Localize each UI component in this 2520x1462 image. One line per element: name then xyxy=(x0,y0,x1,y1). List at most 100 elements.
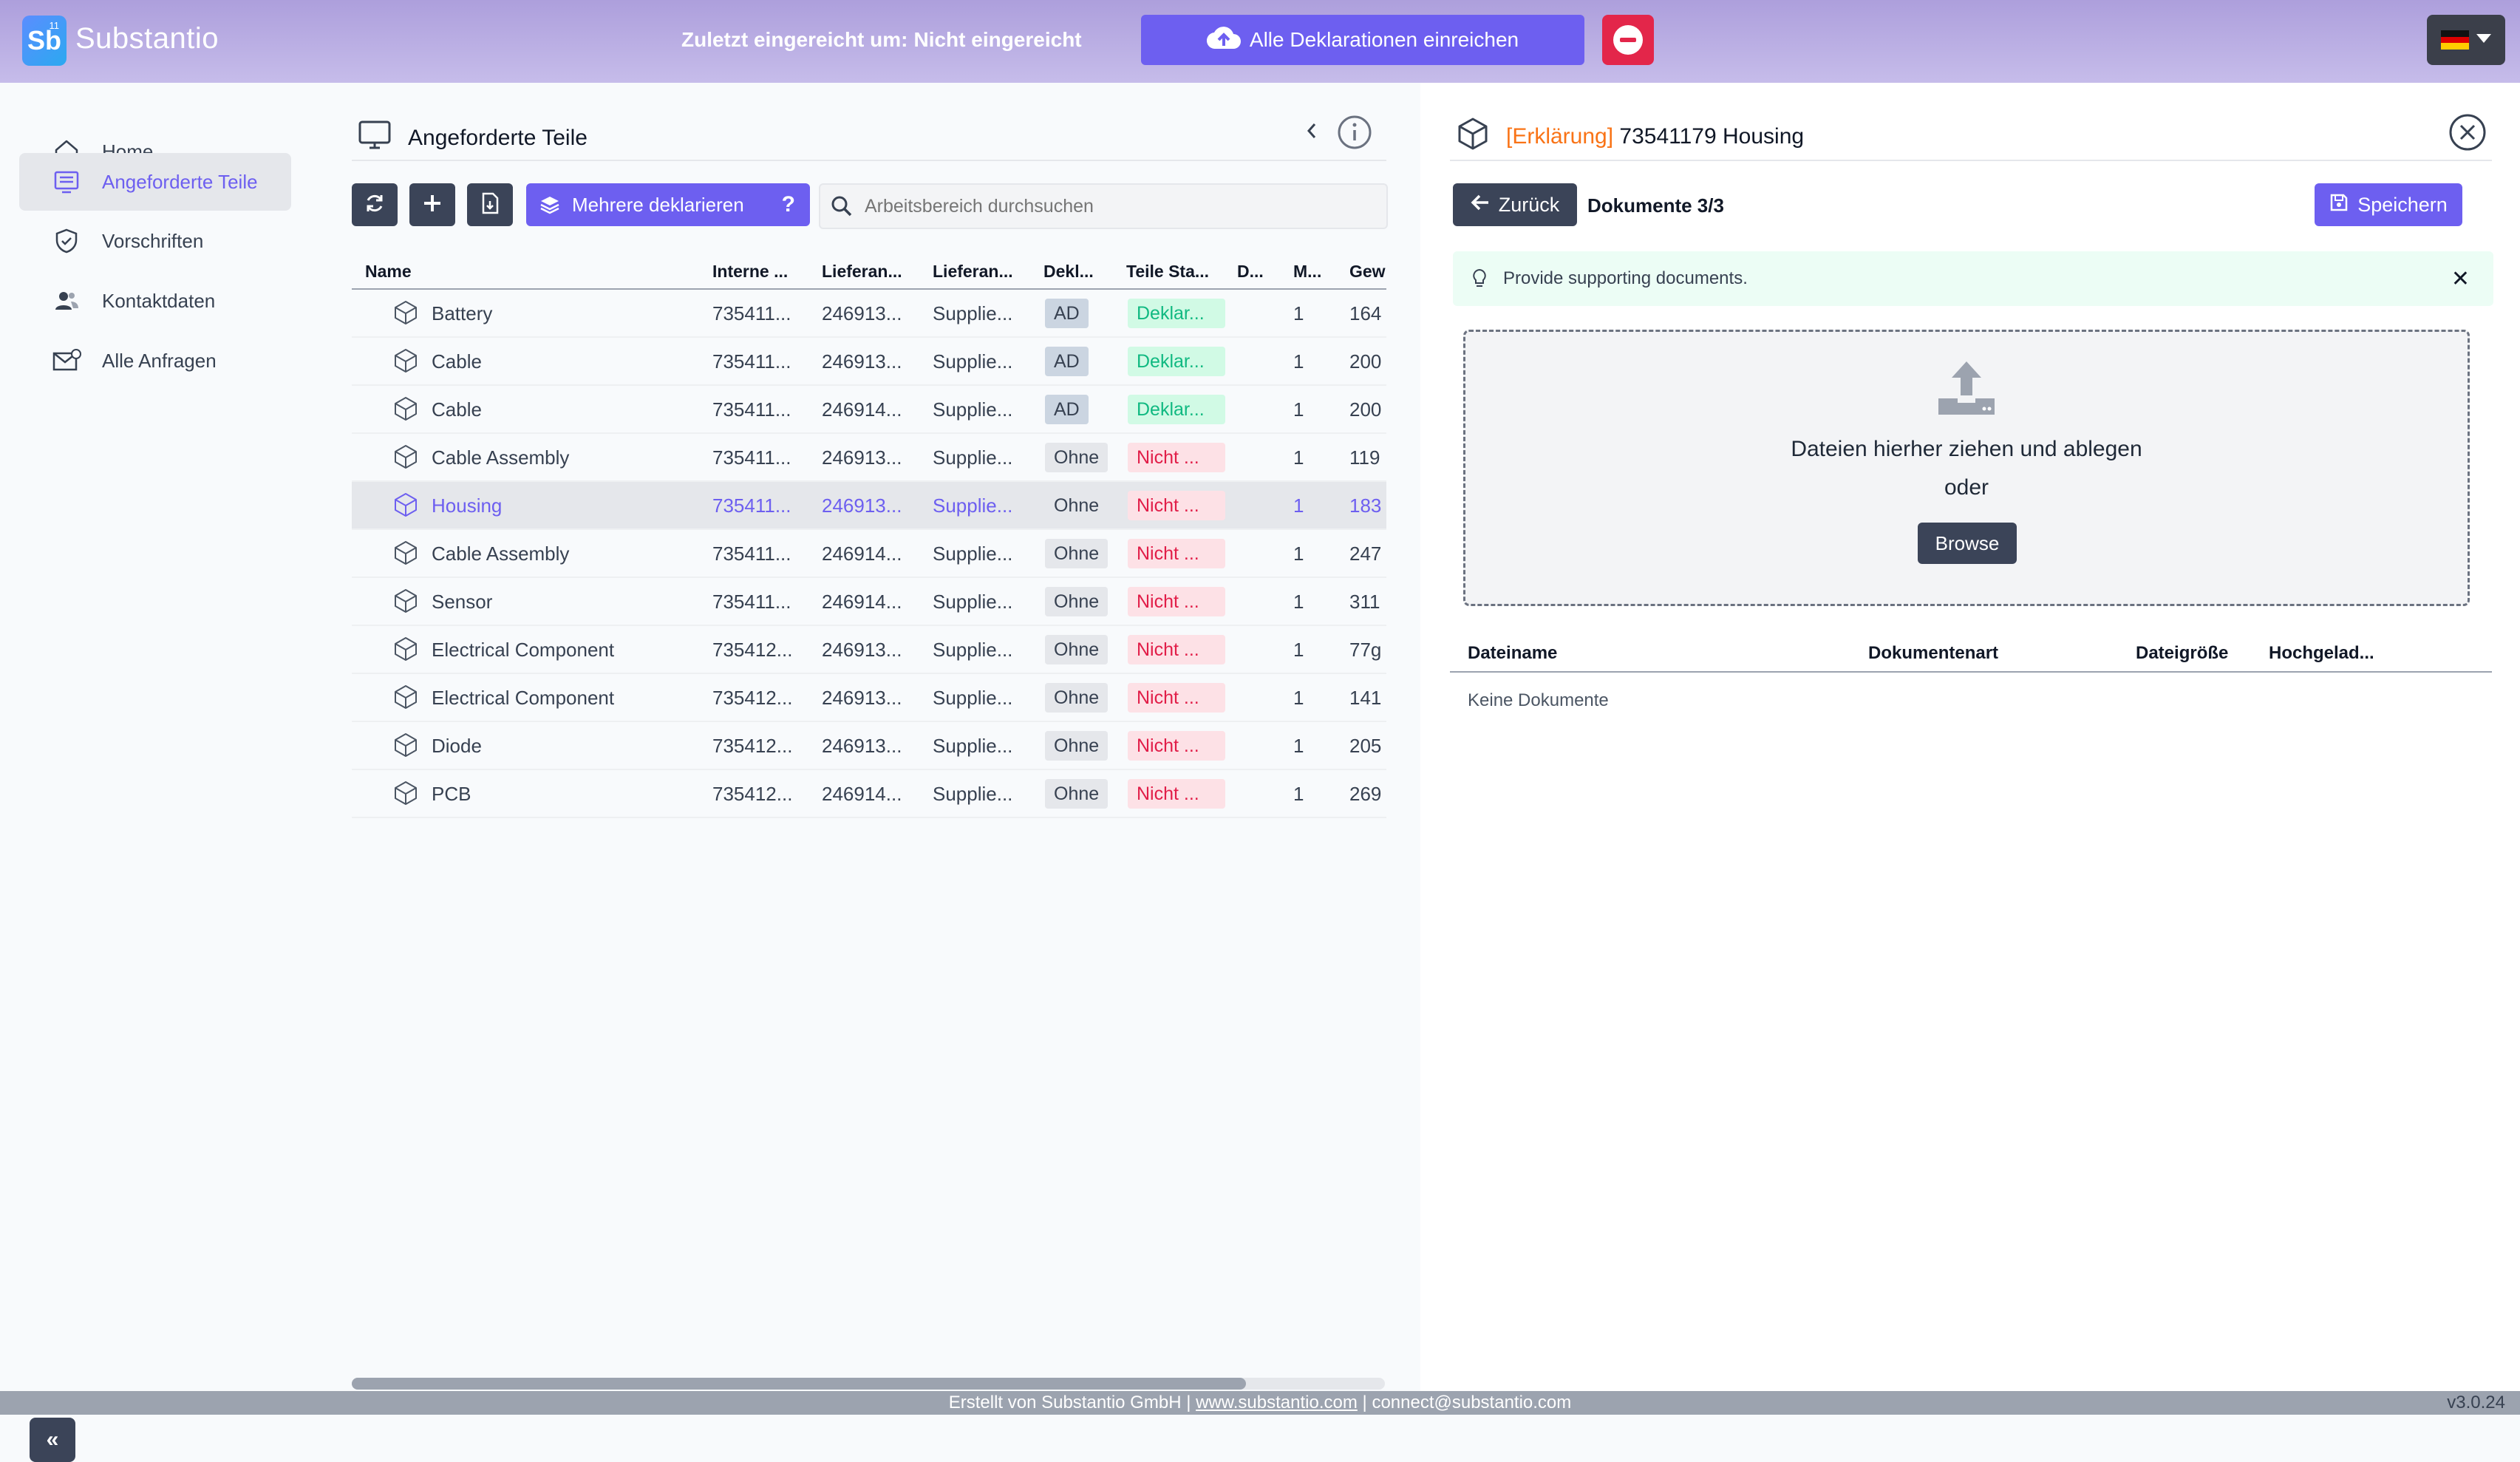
table-row[interactable]: Cable 735411... 246913... Supplie... AD Dekla… xyxy=(352,338,1386,386)
cube-icon xyxy=(393,781,418,806)
table-row[interactable]: PCB 735412... 246914... Supplie... Ohne Nicht… xyxy=(352,770,1386,818)
column-header[interactable]: Gew xyxy=(1349,262,1386,282)
top-header: Sb 11 Substantio Zuletzt eingereicht um:… xyxy=(0,0,2520,83)
requested-parts-panel: Angeforderte Teile Mehrere deklarieren ?… xyxy=(306,83,1420,1391)
submit-all-button[interactable]: Alle Deklarationen einreichen xyxy=(1141,15,1584,65)
weight-value: 200 xyxy=(1349,350,1382,373)
table-row[interactable]: Diode 735412... 246913... Supplie... Ohne Nic… xyxy=(352,722,1386,770)
declaration-tag: [Erklärung] xyxy=(1506,124,1614,149)
part-name: Battery xyxy=(432,302,493,324)
german-flag-icon xyxy=(2441,30,2469,50)
declaration-badge: AD xyxy=(1045,347,1089,376)
quantity-value: 1 xyxy=(1293,735,1304,757)
table-row[interactable]: Sensor 735411... 246914... Supplie... Ohne Ni… xyxy=(352,578,1386,626)
table-row[interactable]: Electrical Component 735412... 246913... Su… xyxy=(352,626,1386,674)
column-header[interactable]: Lieferan... xyxy=(822,262,902,282)
quantity-value: 1 xyxy=(1293,494,1304,517)
column-header[interactable]: D... xyxy=(1237,262,1264,282)
table-header: Name Interne ... Lieferan... Lieferan...… xyxy=(352,251,1386,290)
refresh-button[interactable] xyxy=(352,183,398,226)
status-badge: Nicht ... xyxy=(1128,635,1225,664)
minus-circle-icon xyxy=(1613,25,1643,55)
sidebar-item-regulations[interactable]: Vorschriften xyxy=(19,212,291,270)
table-row[interactable]: Cable Assembly 735411... 246914... Supplie.… xyxy=(352,530,1386,578)
weight-value: 247 xyxy=(1349,543,1382,565)
contacts-icon xyxy=(50,288,83,314)
column-header[interactable]: Interne ... xyxy=(712,262,788,282)
supplier-number: 246914... xyxy=(822,398,902,421)
weight-value: 119 xyxy=(1349,446,1380,469)
table-row[interactable]: Cable 735411... 246914... Supplie... AD Dekla… xyxy=(352,386,1386,434)
quantity-value: 1 xyxy=(1293,543,1304,565)
file-dropzone[interactable]: Dateien hierher ziehen und ablegen oder … xyxy=(1463,330,2470,606)
version-label: v3.0.24 xyxy=(2447,1393,2505,1412)
arrow-left-icon xyxy=(1471,194,1490,217)
status-badge: Deklar... xyxy=(1128,347,1225,376)
supplier-name: Supplie... xyxy=(933,302,1013,324)
help-icon[interactable]: ? xyxy=(782,192,795,217)
info-icon xyxy=(1336,115,1373,154)
declaration-badge: Ohne xyxy=(1045,443,1109,472)
sidebar-item-requested-parts[interactable]: Angeforderte Teile xyxy=(19,153,291,211)
stop-button[interactable] xyxy=(1602,15,1654,65)
quantity-value: 1 xyxy=(1293,350,1304,373)
add-button[interactable] xyxy=(409,183,455,226)
declaration-badge: Ohne xyxy=(1045,779,1109,809)
sidebar-item-all-requests[interactable]: Alle Anfragen xyxy=(19,332,291,390)
collapse-sidebar-button[interactable]: « xyxy=(30,1418,75,1462)
quantity-value: 1 xyxy=(1293,639,1304,661)
cube-icon xyxy=(393,444,418,469)
supplier-number: 246914... xyxy=(822,591,902,613)
cube-icon xyxy=(393,300,418,325)
column-header[interactable]: Name xyxy=(365,262,412,282)
save-button[interactable]: Speichern xyxy=(2315,183,2462,226)
scrollbar-thumb[interactable] xyxy=(352,1378,1246,1390)
column-header[interactable]: Dateiname xyxy=(1468,643,1557,664)
upload-tray-icon xyxy=(1935,358,1998,420)
column-header[interactable]: Dekl... xyxy=(1043,262,1094,282)
table-row[interactable]: Housing 735411... 246913... Supplie... Ohne N… xyxy=(352,482,1386,530)
supplier-name: Supplie... xyxy=(933,591,1013,613)
column-header[interactable]: Teile Sta... xyxy=(1126,262,1209,282)
email-link[interactable]: connect@substantio.com xyxy=(1372,1393,1571,1412)
table-row[interactable]: Electrical Component 735412... 246913... Su… xyxy=(352,674,1386,722)
logo[interactable]: Sb 11 xyxy=(22,16,67,66)
export-button[interactable] xyxy=(467,183,513,226)
collapse-panel-button[interactable] xyxy=(1293,114,1330,151)
column-header[interactable]: M... xyxy=(1293,262,1321,282)
horizontal-scrollbar[interactable] xyxy=(352,1378,1385,1390)
submit-all-label: Alle Deklarationen einreichen xyxy=(1249,28,1519,51)
part-name: Cable Assembly xyxy=(432,446,570,469)
declaration-badge: Ohne xyxy=(1045,731,1109,761)
sidebar-item-label: Alle Anfragen xyxy=(102,349,217,372)
save-icon xyxy=(2329,193,2349,217)
monitor-icon xyxy=(358,120,392,157)
website-link[interactable]: www.substantio.com xyxy=(1196,1393,1358,1412)
declaration-badge: Ohne xyxy=(1045,683,1109,713)
supplier-number: 246914... xyxy=(822,543,902,565)
supplier-number: 246913... xyxy=(822,639,902,661)
browse-button[interactable]: Browse xyxy=(1918,523,2017,564)
column-header[interactable]: Dateigröße xyxy=(2136,643,2228,664)
table-row[interactable]: Cable Assembly 735411... 246913... Supplie.… xyxy=(352,434,1386,482)
sidebar-item-contacts[interactable]: Kontaktdaten xyxy=(19,272,291,330)
close-icon[interactable]: ✕ xyxy=(2451,266,2470,292)
list-icon xyxy=(50,169,83,195)
column-header[interactable]: Dokumentenart xyxy=(1868,643,1998,664)
column-header[interactable]: Lieferan... xyxy=(933,262,1013,282)
cube-icon xyxy=(393,636,418,662)
table-row[interactable]: Battery 735411... 246913... Supplie... AD Dek… xyxy=(352,290,1386,338)
language-selector[interactable] xyxy=(2427,15,2505,65)
weight-value: 77g xyxy=(1349,639,1382,661)
quantity-value: 1 xyxy=(1293,687,1304,709)
multi-declare-button[interactable]: Mehrere deklarieren ? xyxy=(526,183,810,226)
internal-number: 735411... xyxy=(712,543,791,565)
detail-title-text: 73541179 Housing xyxy=(1619,124,1805,149)
quantity-value: 1 xyxy=(1293,446,1304,469)
column-header[interactable]: Hochgelad... xyxy=(2269,643,2374,664)
info-button[interactable] xyxy=(1336,114,1373,151)
panel-title: Angeforderte Teile xyxy=(358,120,588,157)
close-panel-button[interactable] xyxy=(2448,112,2487,152)
back-button[interactable]: Zurück xyxy=(1453,183,1577,226)
search-input[interactable] xyxy=(863,194,1369,218)
